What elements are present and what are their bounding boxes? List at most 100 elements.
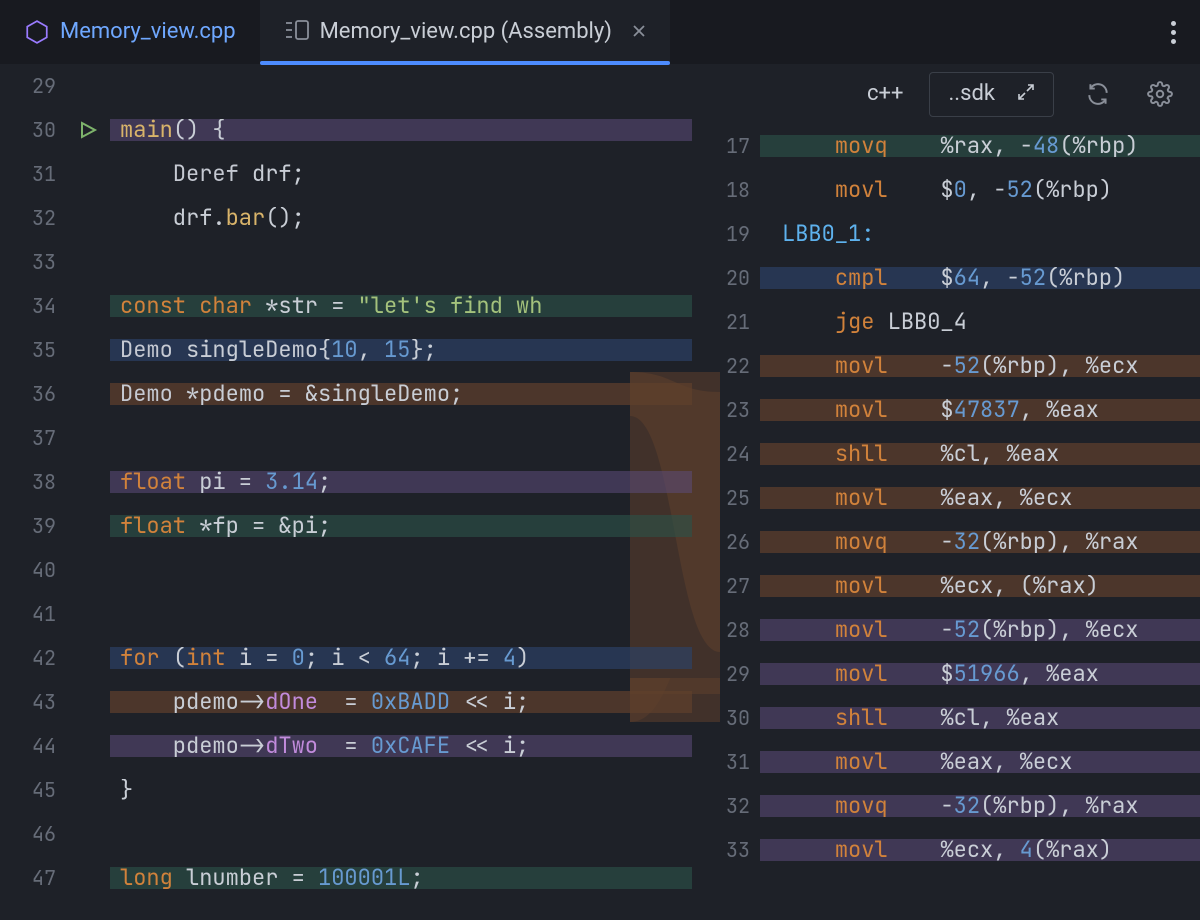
line-number: 40 bbox=[0, 560, 66, 580]
tab-label: Memory_view.cpp (Assembly) bbox=[320, 21, 612, 43]
source-code-view[interactable]: 2930main() {31 Deref drf;32 drf.bar();33… bbox=[0, 64, 692, 900]
code-line[interactable]: 47 long lnumber = 100001L; bbox=[0, 856, 692, 900]
assembly-code-view[interactable]: 17 movq %rax, -48(%rbp)18 movl $0, -52(%… bbox=[692, 124, 1200, 872]
code-line[interactable]: 18 movl $0, -52(%rbp) bbox=[692, 168, 1200, 212]
line-number: 47 bbox=[0, 868, 66, 888]
code-content: movq -32(%rbp), %rax bbox=[760, 795, 1200, 817]
code-line[interactable]: 42for (int i = 0; i < 64; i += 4) bbox=[0, 636, 692, 680]
code-content: movl $47837, %eax bbox=[760, 399, 1200, 421]
code-line[interactable]: 22 movl -52(%rbp), %ecx bbox=[692, 344, 1200, 388]
gear-icon bbox=[1147, 81, 1173, 107]
code-content: Demo *pdemo = &singleDemo; bbox=[110, 383, 692, 405]
code-content: float *fp = &pi; bbox=[110, 515, 692, 537]
line-number: 19 bbox=[692, 224, 760, 244]
sdk-selector[interactable]: ..sdk bbox=[929, 72, 1054, 117]
line-number: 42 bbox=[0, 648, 66, 668]
run-gutter-icon[interactable] bbox=[66, 120, 110, 140]
code-line[interactable]: 46 bbox=[0, 812, 692, 856]
code-content: LBB0_1: bbox=[760, 223, 1200, 245]
source-pane[interactable]: 2930main() {31 Deref drf;32 drf.bar();33… bbox=[0, 64, 692, 920]
line-number: 37 bbox=[0, 428, 66, 448]
code-line[interactable]: 24 shll %cl, %eax bbox=[692, 432, 1200, 476]
code-line[interactable]: 25 movl %eax, %ecx bbox=[692, 476, 1200, 520]
code-content: jge LBB0_4 bbox=[760, 311, 1200, 333]
code-line[interactable]: 29 bbox=[0, 64, 692, 108]
line-number: 39 bbox=[0, 516, 66, 536]
code-content: movl $51966, %eax bbox=[760, 663, 1200, 685]
code-content: const char *str = "let's find wh bbox=[110, 295, 692, 317]
kebab-icon bbox=[1171, 21, 1176, 44]
line-number: 41 bbox=[0, 604, 66, 624]
tab-assembly-view[interactable]: Memory_view.cpp (Assembly) bbox=[260, 0, 670, 64]
code-content: main() { bbox=[110, 119, 692, 141]
assembly-toolbar: c++ ..sdk bbox=[692, 64, 1200, 124]
code-line[interactable]: 32 drf.bar(); bbox=[0, 196, 692, 240]
assembly-pane[interactable]: c++ ..sdk bbox=[692, 64, 1200, 920]
line-number: 20 bbox=[692, 268, 760, 288]
code-line[interactable]: 38float pi = 3.14; bbox=[0, 460, 692, 504]
line-number: 45 bbox=[0, 780, 66, 800]
code-content: long lnumber = 100001L; bbox=[110, 867, 692, 889]
tab-label: Memory_view.cpp bbox=[60, 21, 236, 43]
language-label: c++ bbox=[867, 83, 903, 105]
code-line[interactable]: 20 cmpl $64, -52(%rbp) bbox=[692, 256, 1200, 300]
close-icon[interactable] bbox=[632, 21, 646, 43]
code-content: float pi = 3.14; bbox=[110, 471, 692, 493]
code-line[interactable]: 37 bbox=[0, 416, 692, 460]
line-number: 31 bbox=[692, 752, 760, 772]
code-line[interactable]: 17 movq %rax, -48(%rbp) bbox=[692, 124, 1200, 168]
code-content: movl %ecx, 4(%rax) bbox=[760, 839, 1200, 861]
refresh-button[interactable] bbox=[1080, 76, 1116, 112]
code-line[interactable]: 40 bbox=[0, 548, 692, 592]
line-number: 36 bbox=[0, 384, 66, 404]
code-content: } bbox=[110, 779, 692, 801]
code-line[interactable]: 32 movq -32(%rbp), %rax bbox=[692, 784, 1200, 828]
tab-overflow-menu[interactable] bbox=[1147, 21, 1200, 44]
code-line[interactable]: 31 movl %eax, %ecx bbox=[692, 740, 1200, 784]
tab-bar: Memory_view.cpp Memory_view.cpp (Assembl… bbox=[0, 0, 1200, 64]
code-content: cmpl $64, -52(%rbp) bbox=[760, 267, 1200, 289]
code-line[interactable]: 33 movl %ecx, 4(%rax) bbox=[692, 828, 1200, 872]
line-number: 24 bbox=[692, 444, 760, 464]
code-line[interactable]: 21 jge LBB0_4 bbox=[692, 300, 1200, 344]
code-line[interactable]: 26 movq -32(%rbp), %rax bbox=[692, 520, 1200, 564]
line-number: 25 bbox=[692, 488, 760, 508]
code-content: pdemo->dTwo = 0xCAFE << i; bbox=[110, 735, 692, 757]
code-content: movl -52(%rbp), %ecx bbox=[760, 355, 1200, 377]
code-line[interactable]: 39 float *fp = &pi; bbox=[0, 504, 692, 548]
code-line[interactable]: 28 movl -52(%rbp), %ecx bbox=[692, 608, 1200, 652]
code-line[interactable]: 41 bbox=[0, 592, 692, 636]
code-content: Deref drf; bbox=[110, 163, 692, 185]
code-line[interactable]: 30main() { bbox=[0, 108, 692, 152]
code-line[interactable]: 45} bbox=[0, 768, 692, 812]
code-content: Demo singleDemo{10, 15}; bbox=[110, 339, 692, 361]
code-line[interactable]: 44 pdemo->dTwo = 0xCAFE << i; bbox=[0, 724, 692, 768]
line-number: 32 bbox=[692, 796, 760, 816]
code-line[interactable]: 31 Deref drf; bbox=[0, 152, 692, 196]
code-content: movl $0, -52(%rbp) bbox=[760, 179, 1200, 201]
line-number: 23 bbox=[692, 400, 760, 420]
code-content: movl %eax, %ecx bbox=[760, 751, 1200, 773]
line-number: 26 bbox=[692, 532, 760, 552]
code-line[interactable]: 35Demo singleDemo{10, 15}; bbox=[0, 328, 692, 372]
line-number: 17 bbox=[692, 136, 760, 156]
code-content: pdemo->dOne = 0xBADD << i; bbox=[110, 691, 692, 713]
code-line[interactable]: 29 movl $51966, %eax bbox=[692, 652, 1200, 696]
code-line[interactable]: 34 const char *str = "let's find wh bbox=[0, 284, 692, 328]
code-line[interactable]: 19LBB0_1: bbox=[692, 212, 1200, 256]
tab-source-file[interactable]: Memory_view.cpp bbox=[0, 0, 260, 64]
code-line[interactable]: 36 Demo *pdemo = &singleDemo; bbox=[0, 372, 692, 416]
line-number: 32 bbox=[0, 208, 66, 228]
code-line[interactable]: 23 movl $47837, %eax bbox=[692, 388, 1200, 432]
line-number: 22 bbox=[692, 356, 760, 376]
code-line[interactable]: 30 shll %cl, %eax bbox=[692, 696, 1200, 740]
code-line[interactable]: 27 movl %ecx, (%rax) bbox=[692, 564, 1200, 608]
line-number: 31 bbox=[0, 164, 66, 184]
settings-button[interactable] bbox=[1142, 76, 1178, 112]
code-line[interactable]: 43 pdemo->dOne = 0xBADD << i; bbox=[0, 680, 692, 724]
line-number: 29 bbox=[692, 664, 760, 684]
line-number: 34 bbox=[0, 296, 66, 316]
line-number: 29 bbox=[0, 76, 66, 96]
line-number: 28 bbox=[692, 620, 760, 640]
code-line[interactable]: 33 bbox=[0, 240, 692, 284]
